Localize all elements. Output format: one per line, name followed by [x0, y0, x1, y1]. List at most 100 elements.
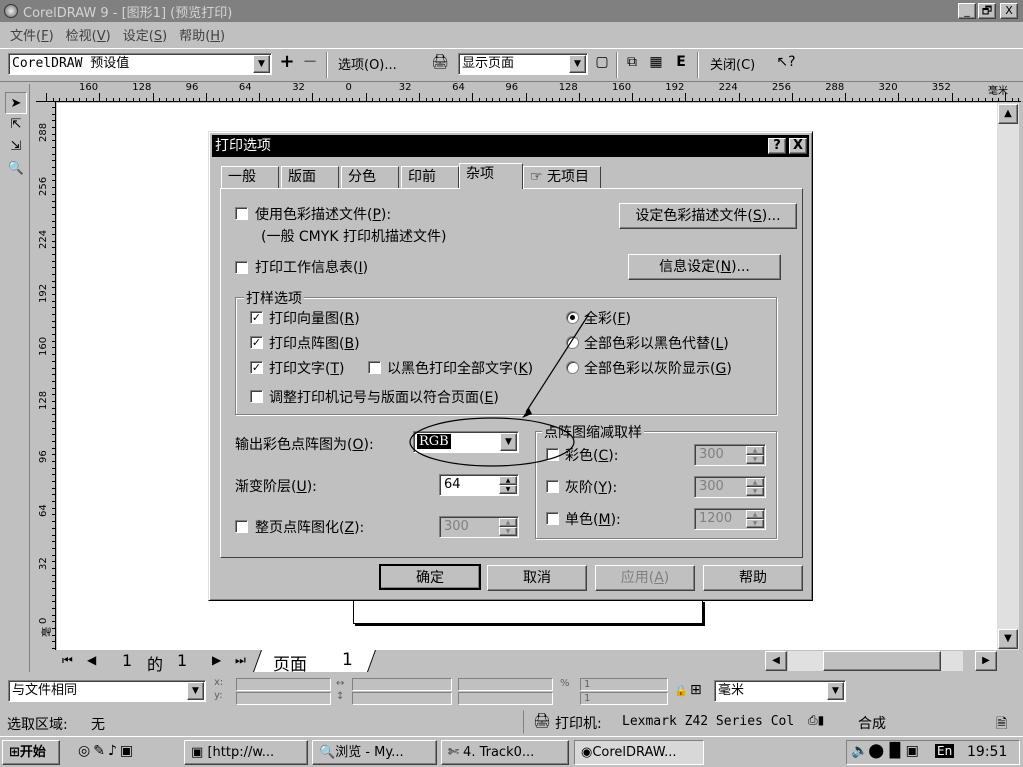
help-button[interactable]: 帮助 — [703, 565, 803, 591]
tab-layout[interactable]: 版面 — [281, 166, 339, 188]
full-screen-preview-icon[interactable]: ▢ — [592, 54, 612, 74]
ds-gray-checkbox[interactable] — [546, 480, 559, 493]
scope-dropdown[interactable]: 与文件相同 ▼ — [8, 680, 206, 702]
tab-separations[interactable]: 分色 — [341, 166, 399, 188]
menu-help[interactable]: 帮助(H) — [177, 25, 227, 44]
scale-y-field[interactable] — [458, 692, 553, 705]
page-tab[interactable] — [252, 650, 377, 672]
print-bitmaps-checkbox[interactable]: ✓ — [250, 336, 263, 349]
help-question-button[interactable]: ? — [768, 138, 786, 154]
restore-button[interactable]: 🗗 — [978, 3, 996, 19]
last-page-icon[interactable]: ⏭ — [235, 653, 246, 668]
taskbar-item-browser[interactable]: ▣ [http://w... — [184, 740, 308, 765]
chevron-down-icon[interactable]: ▼ — [500, 433, 517, 451]
width-field[interactable] — [352, 678, 452, 691]
spin-up-icon[interactable]: ▲ — [499, 476, 517, 485]
scroll-right-icon[interactable]: ▶ — [975, 651, 997, 671]
tab-prepress[interactable]: 印前 — [401, 166, 459, 188]
tile-x-field[interactable]: 1 — [580, 678, 668, 691]
spin-down-icon[interactable]: ▼ — [746, 455, 764, 464]
input-language-badge[interactable]: En — [935, 744, 955, 758]
add-preset-button[interactable]: + — [277, 51, 297, 72]
options-button[interactable]: 选项(O)... — [338, 54, 397, 73]
use-color-profile-checkbox[interactable] — [235, 207, 248, 220]
tab-misc[interactable]: 杂项 — [459, 163, 523, 189]
taskbar-item-track[interactable]: ✄ 4. Track0... — [441, 740, 569, 765]
tab-general[interactable]: 一般 — [221, 166, 279, 188]
document-info-icon[interactable]: 🗎 — [996, 713, 1007, 737]
ds-color-spinner[interactable]: 300 ▲ ▼ — [694, 444, 766, 466]
spin-up-icon[interactable]: ▲ — [746, 478, 764, 487]
color-black-radio[interactable] — [566, 336, 579, 349]
minimize-button[interactable]: _ — [958, 3, 976, 19]
spin-up-icon[interactable]: ▲ — [746, 510, 764, 519]
close-window-button[interactable]: X — [1000, 3, 1018, 19]
set-color-profile-button[interactable]: 设定色彩描述文件(S)... — [619, 203, 797, 229]
rasterize-dpi-spinner[interactable]: 300 ▲ ▼ — [439, 516, 519, 538]
rasterize-page-checkbox[interactable] — [235, 520, 248, 533]
pick-tool-icon[interactable]: ➤ — [5, 92, 27, 114]
x-position-field[interactable] — [236, 678, 331, 691]
spin-up-icon[interactable]: ▲ — [746, 446, 764, 455]
vertical-scrollbar[interactable]: ▲ ▼ — [997, 103, 1019, 650]
height-field[interactable] — [352, 692, 452, 705]
chevron-down-icon[interactable]: ▼ — [187, 682, 204, 700]
spin-down-icon[interactable]: ▼ — [746, 487, 764, 496]
info-settings-button[interactable]: 信息设定(N)... — [628, 254, 781, 280]
ds-mono-checkbox[interactable] — [546, 512, 559, 525]
tile-y-field[interactable]: 1 — [580, 692, 668, 705]
print-job-info-checkbox[interactable] — [235, 261, 248, 274]
dialog-close-button[interactable]: X — [789, 138, 807, 154]
spin-up-icon[interactable]: ▲ — [499, 518, 517, 527]
spin-down-icon[interactable]: ▼ — [499, 527, 517, 536]
cancel-button[interactable]: 取消 — [487, 565, 587, 591]
preset-dropdown[interactable]: CorelDRAW 预设值 ▼ — [8, 53, 272, 75]
center-icon[interactable]: ⊞ — [690, 682, 702, 698]
color-full-radio[interactable] — [566, 311, 579, 324]
emulsion-button[interactable]: E — [671, 54, 691, 74]
spin-down-icon[interactable]: ▼ — [499, 485, 517, 494]
marks-placement-tool-icon[interactable]: ⇱ — [5, 114, 27, 136]
ds-mono-spinner[interactable]: 1200 ▲ ▼ — [694, 508, 766, 530]
remove-preset-button[interactable]: − — [300, 51, 320, 72]
film-icon[interactable]: ▦ — [646, 54, 666, 74]
spin-down-icon[interactable]: ▼ — [746, 519, 764, 528]
chevron-down-icon[interactable]: ▼ — [569, 55, 586, 73]
taskbar-item-explorer[interactable]: 🔍浏览 - My... — [312, 740, 437, 765]
next-page-icon[interactable]: ▶ — [212, 653, 221, 667]
menu-settings[interactable]: 设定(S) — [121, 25, 169, 44]
imposition-tool-icon[interactable]: ⇲ — [5, 136, 27, 158]
y-position-field[interactable] — [236, 692, 331, 705]
print-text-checkbox[interactable]: ✓ — [250, 361, 263, 374]
lock-icon[interactable]: 🔒 — [674, 684, 688, 697]
quick-launch-icons[interactable]: ◎✎♪▣ — [78, 743, 136, 759]
output-bitmap-dropdown[interactable]: RGB ▼ — [413, 431, 519, 453]
scale-x-field[interactable] — [458, 678, 553, 691]
context-help-icon[interactable]: ↖? — [776, 54, 796, 74]
tab-no-issues[interactable]: ☞ 无项目 — [523, 166, 601, 188]
zoom-tool-icon[interactable]: 🔍 — [5, 158, 27, 180]
menu-view[interactable]: 检视(V) — [64, 25, 113, 44]
apply-button[interactable]: 应用(A) — [595, 565, 695, 591]
color-gray-radio[interactable] — [566, 361, 579, 374]
scroll-left-icon[interactable]: ◀ — [765, 651, 787, 671]
ok-button[interactable]: 确定 — [379, 564, 481, 590]
duplicate-page-icon[interactable]: ⧉ — [622, 54, 642, 74]
chevron-down-icon[interactable]: ▼ — [827, 682, 844, 700]
close-preview-button[interactable]: 关闭(C) — [710, 54, 755, 73]
menu-file[interactable]: 文件(F) — [8, 25, 56, 44]
tray-icons[interactable]: 🔈⬤▐▌▣ — [851, 743, 919, 759]
taskbar-item-coreldraw[interactable]: ◉CorelDRAW... — [574, 740, 704, 765]
fountain-steps-spinner[interactable]: 64 ▲ ▼ — [439, 474, 519, 496]
horizontal-scroll-thumb[interactable] — [823, 651, 941, 671]
chevron-down-icon[interactable]: ▼ — [253, 55, 270, 73]
units-dropdown[interactable]: 毫米 ▼ — [714, 680, 846, 702]
scroll-up-icon[interactable]: ▲ — [998, 104, 1018, 124]
printer-properties-icon[interactable]: ⎙▮ — [808, 713, 824, 728]
ds-gray-spinner[interactable]: 300 ▲ ▼ — [694, 476, 766, 498]
fit-marks-checkbox[interactable] — [250, 390, 263, 403]
printer-icon[interactable]: 🖨 — [430, 54, 450, 74]
scroll-down-icon[interactable]: ▼ — [998, 629, 1018, 649]
print-vectors-checkbox[interactable]: ✓ — [250, 311, 263, 324]
view-mode-dropdown[interactable]: 显示页面 ▼ — [458, 53, 588, 75]
